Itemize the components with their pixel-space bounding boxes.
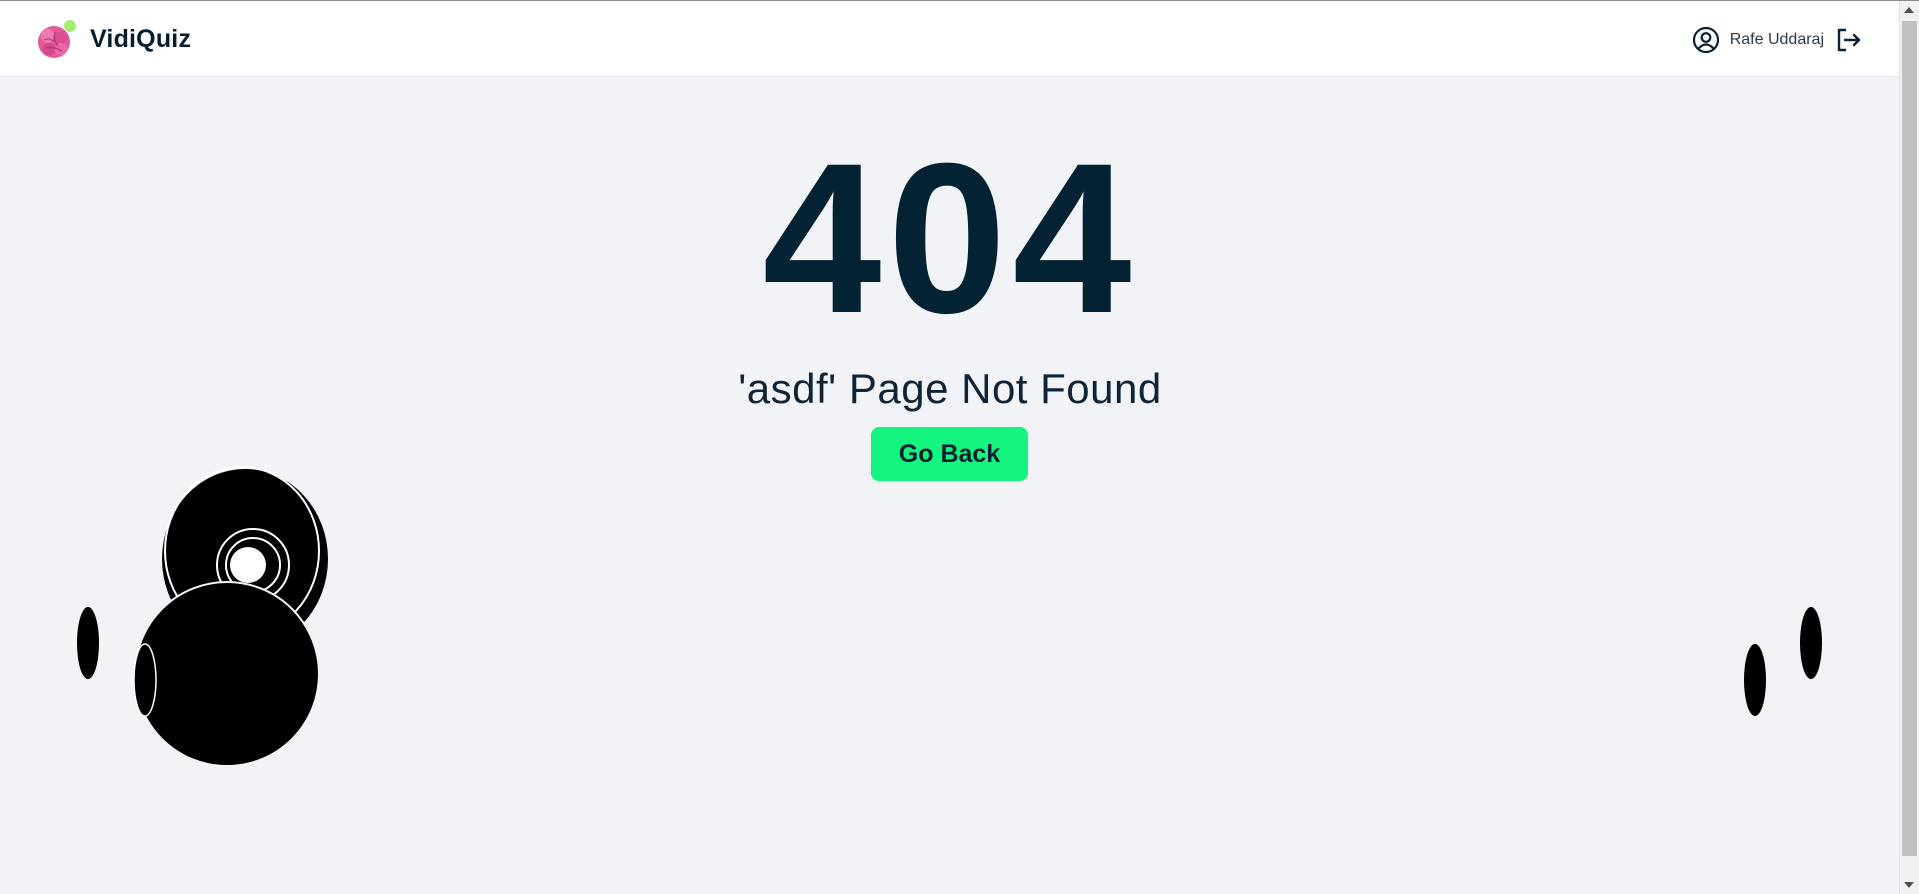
brand[interactable]: VidiQuiz	[36, 18, 191, 60]
floating-oval-right-2	[1800, 607, 1822, 679]
scrollbar-thumb[interactable]	[1902, 21, 1917, 856]
floating-oval-right-1	[1744, 644, 1766, 716]
eyeball-illustration	[133, 466, 328, 767]
error-code: 404	[762, 119, 1138, 358]
go-back-button[interactable]: Go Back	[871, 427, 1028, 481]
app-name: VidiQuiz	[90, 24, 192, 53]
scroll-down-icon[interactable]	[1904, 882, 1914, 888]
user-circle-icon[interactable]	[1692, 26, 1720, 54]
brain-icon	[36, 18, 78, 60]
user-menu: Rafe Uddaraj	[1692, 23, 1862, 57]
user-name[interactable]: Rafe Uddaraj	[1730, 31, 1824, 49]
main-content: 404 'asdf' Page Not Found Go Back	[0, 77, 1900, 894]
floating-oval-left	[77, 607, 99, 679]
vertical-scrollbar[interactable]	[1899, 1, 1919, 894]
top-navbar: VidiQuiz Rafe Uddaraj	[0, 1, 1900, 77]
error-message: 'asdf' Page Not Found	[738, 365, 1162, 412]
logout-icon[interactable]	[1836, 27, 1862, 53]
scroll-up-icon[interactable]	[1904, 7, 1914, 13]
